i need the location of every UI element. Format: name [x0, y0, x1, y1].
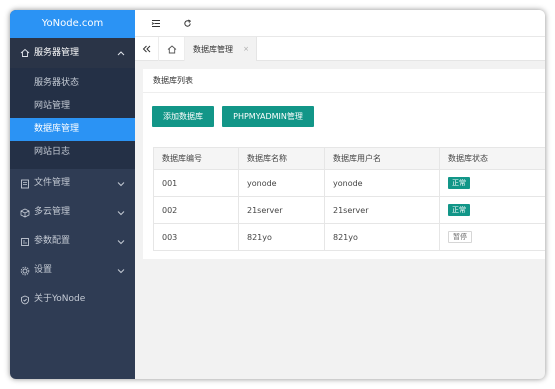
- close-icon[interactable]: ×: [243, 37, 249, 61]
- status-badge: 正常: [448, 177, 470, 189]
- sidebar-item-label: 关于YoNode: [34, 294, 86, 304]
- home-icon: [19, 38, 31, 68]
- cell-id: 001: [153, 170, 239, 196]
- col-header-id: 数据库编号: [153, 148, 239, 169]
- gear-icon: [19, 256, 31, 285]
- table-header-row: 数据库编号 数据库名称 数据库用户名 数据库状态: [153, 148, 545, 170]
- sidebar-item-about[interactable]: 关于YoNode: [10, 285, 135, 314]
- cell-name: 821yo: [239, 224, 325, 250]
- cell-status: 暂停: [440, 224, 545, 250]
- cell-id: 002: [153, 197, 239, 223]
- chevron-down-icon: [117, 227, 125, 256]
- cell-name: 21server: [239, 197, 325, 223]
- chevron-down-icon: [117, 256, 125, 285]
- tab-bar: 数据库管理 ×: [135, 37, 545, 61]
- chevron-down-icon: [117, 198, 125, 227]
- table-row[interactable]: 003 821yo 821yo 暂停: [153, 224, 545, 251]
- sidebar-item-label: 参数配置: [34, 236, 71, 246]
- table-row[interactable]: 002 21server 21server 正常: [153, 197, 545, 224]
- sidebar-item-site-log[interactable]: 网站日志: [10, 141, 135, 164]
- cube-icon: [19, 198, 31, 227]
- status-badge: 正常: [448, 204, 470, 216]
- sidebar-item-label: 设置: [34, 265, 53, 275]
- top-bar: [135, 10, 545, 37]
- sidebar-item-label: 服务器管理: [34, 48, 80, 58]
- chevron-up-icon: [117, 38, 125, 68]
- home-tab-icon[interactable]: [159, 37, 185, 61]
- cell-id: 003: [153, 224, 239, 250]
- config-icon: [19, 227, 31, 256]
- col-header-status: 数据库状态: [448, 154, 488, 163]
- sidebar-item-settings[interactable]: 设置: [10, 256, 135, 285]
- cell-user: 21server: [325, 197, 440, 223]
- cell-name: yonode: [239, 170, 325, 196]
- app-window: YoNode.com 服务器管理 服务器状态 网站管理 数据库管理 网站日志 文…: [10, 10, 545, 379]
- col-header-user: 数据库用户名: [325, 148, 440, 169]
- sidebar-item-cloud[interactable]: 多云管理: [10, 198, 135, 227]
- phpmyadmin-button[interactable]: PHPMYADMIN管理: [222, 106, 314, 127]
- status-badge: 暂停: [448, 231, 472, 243]
- cell-status: 正常: [440, 170, 545, 196]
- add-database-button[interactable]: 添加数据库: [152, 106, 214, 127]
- chevron-down-icon: [117, 169, 125, 198]
- refresh-icon[interactable]: [179, 10, 195, 37]
- menu-toggle-icon[interactable]: [148, 10, 164, 37]
- file-icon: [19, 169, 31, 198]
- sidebar-item-site-manage[interactable]: 网站管理: [10, 95, 135, 118]
- tab-label: 数据库管理: [193, 44, 233, 54]
- sidebar-item-files[interactable]: 文件管理: [10, 169, 135, 198]
- server-submenu: 服务器状态 网站管理 数据库管理 网站日志: [10, 68, 135, 169]
- sidebar-item-server-status[interactable]: 服务器状态: [10, 72, 135, 95]
- sidebar: YoNode.com 服务器管理 服务器状态 网站管理 数据库管理 网站日志 文…: [10, 10, 135, 379]
- logo: YoNode.com: [10, 10, 135, 38]
- db-list-card: 数据库列表 添加数据库 PHPMYADMIN管理 数据库编号 数据库名称 数据库…: [143, 69, 545, 259]
- sidebar-item-server[interactable]: 服务器管理: [10, 38, 135, 68]
- sidebar-item-config[interactable]: 参数配置: [10, 227, 135, 256]
- tab-db-manage[interactable]: 数据库管理 ×: [185, 37, 257, 61]
- shield-check-icon: [19, 285, 31, 314]
- collapse-left-icon[interactable]: [135, 37, 159, 61]
- col-header-name: 数据库名称: [239, 148, 325, 169]
- cell-user: 821yo: [325, 224, 440, 250]
- sidebar-item-label: 多云管理: [34, 207, 71, 217]
- table-row[interactable]: 001 yonode yonode 正常: [153, 170, 545, 197]
- cell-user: yonode: [325, 170, 440, 196]
- sidebar-item-label: 文件管理: [34, 178, 71, 188]
- sidebar-item-db-manage[interactable]: 数据库管理: [10, 118, 135, 141]
- db-table: 数据库编号 数据库名称 数据库用户名 数据库状态 001 yonode yono…: [153, 147, 545, 251]
- cell-status: 正常: [440, 197, 545, 223]
- card-title: 数据库列表: [143, 69, 545, 93]
